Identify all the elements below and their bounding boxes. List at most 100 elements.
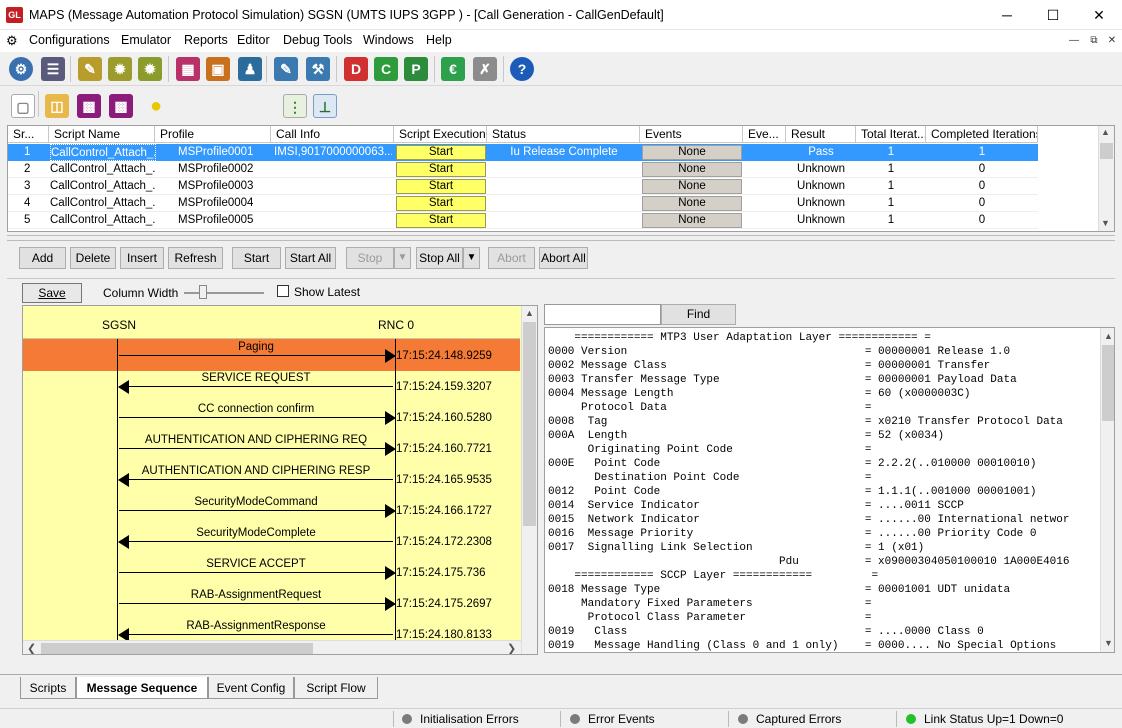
hscroll-thumb[interactable] [41,643,313,654]
scroll-down-icon[interactable]: ▼ [1101,218,1110,228]
sequence-message-label[interactable]: SERVICE ACCEPT [117,558,395,570]
gears-icon[interactable]: ✹ [108,57,132,81]
mdi-restore-icon[interactable]: ⧉ [1086,33,1102,48]
menu-configurations[interactable]: Configurations [29,33,110,47]
decode-line[interactable]: 0004 Message Length = 60 (x0000003C) [548,387,970,401]
initialisation-errors-status[interactable]: Initialisation Errors [402,712,519,726]
sequence-message-label[interactable]: RAB-AssignmentRequest [117,589,395,601]
mdi-close-icon[interactable]: ✕ [1104,33,1120,48]
decode-line[interactable]: 0014 Service Indicator = ....0011 SCCP [548,499,964,513]
captured-errors-status[interactable]: Captured Errors [738,712,841,726]
start-button[interactable]: Start [396,162,486,177]
notebook-icon[interactable]: ☰ [41,57,65,81]
col-header-events[interactable]: Events [640,126,743,143]
start-button[interactable]: Start [396,196,486,211]
stop-button[interactable]: Stop [346,247,394,269]
scroll-thumb[interactable] [1100,143,1113,159]
delete-button[interactable]: Delete [70,247,116,269]
decode-line[interactable]: 0018 Message Type = 00001001 UDT unidata [548,583,1010,597]
decode-line[interactable]: 0008 Tag = x0210 Transfer Protocol Data [548,415,1063,429]
briefcase-icon[interactable]: ▣ [206,57,230,81]
decode-line[interactable]: 0017 Signalling Link Selection = 1 (x01) [548,541,924,555]
vertical-layout-icon[interactable]: ⋮ [283,94,307,118]
decode-line[interactable]: Protocol Data = [548,401,871,415]
start-button[interactable]: Start [396,145,486,160]
decode-line[interactable]: 0000 Version = 00000001 Release 1.0 [548,345,1010,359]
col-header-sr[interactable]: Sr... [8,126,49,143]
scroll-thumb[interactable] [1102,345,1114,421]
decode-line[interactable]: ============ MTP3 User Adaptation Layer … [548,331,930,345]
col-header-total-iterations[interactable]: Total Iterat... [856,126,926,143]
row-script-name[interactable]: CallControl_Attach_... [50,161,156,178]
find-input[interactable] [544,304,661,325]
row-script-name[interactable]: CallControl_Attach_... [50,195,156,212]
close-button[interactable]: ✕ [1076,0,1122,30]
detail-scrollbar[interactable]: ▲ ▼ [1100,328,1114,652]
scroll-up-icon[interactable]: ▲ [1101,127,1110,137]
stop-all-dropdown-icon[interactable]: ▼ [463,247,480,269]
scroll-down-icon[interactable]: ▼ [1104,638,1113,648]
script-icon[interactable]: ✎ [78,57,102,81]
col-header-completed-iterations[interactable]: Completed Iterations [926,126,1038,143]
menu-editor[interactable]: Editor [237,33,270,47]
grid-scrollbar[interactable]: ▲ ▼ [1098,126,1114,231]
decode-line[interactable]: 0019 Message Handling (Class 0 and 1 onl… [548,639,1056,652]
col-header-script-name[interactable]: Script Name [49,126,155,143]
decode-line[interactable]: 0015 Network Indicator = ......00 Intern… [548,513,1070,527]
lightbulb-icon[interactable]: ● [144,94,168,118]
start-button[interactable]: Start [232,247,281,269]
stop-dropdown-icon[interactable]: ▼ [394,247,411,269]
scroll-up-icon[interactable]: ▲ [525,308,534,318]
slider-handle[interactable] [199,285,207,299]
events-button[interactable]: None [642,162,742,177]
minimize-button[interactable]: ─ [984,0,1030,30]
decode-line[interactable]: 0016 Message Priority = ......00 Priorit… [548,527,1036,541]
scroll-right-icon[interactable]: ❯ [507,642,516,654]
col-header-profile[interactable]: Profile [155,126,271,143]
tab-event-config[interactable]: Event Config [208,677,294,699]
mdi-minimize-icon[interactable]: — [1066,33,1082,48]
tab-scripts[interactable]: Scripts [20,677,76,699]
tools-icon[interactable]: ⚒ [306,57,330,81]
e-icon[interactable]: € [441,57,465,81]
menu-help[interactable]: Help [426,33,452,47]
sequence-scrollbar[interactable]: ▲ [521,306,537,654]
scroll-left-icon[interactable]: ❮ [27,642,36,654]
splitter[interactable] [7,235,1115,241]
decode-line[interactable]: Originating Point Code = [548,443,872,457]
sequence-message-label[interactable]: Paging [117,341,395,353]
gears2-icon[interactable]: ✹ [138,57,162,81]
events-button[interactable]: None [642,196,742,211]
decode-line[interactable]: 0002 Message Class = 00000001 Transfer [548,359,990,373]
save-as-icon[interactable]: ▩ [109,94,133,118]
sequence-message-label[interactable]: SecurityModeCommand [117,496,395,508]
menu-reports[interactable]: Reports [184,33,228,47]
add-button[interactable]: Add [19,247,66,269]
error-events-status[interactable]: Error Events [570,712,655,726]
c-icon[interactable]: C [374,57,398,81]
stop-all-button[interactable]: Stop All [416,247,463,269]
sequence-message-label[interactable]: RAB-AssignmentResponse [117,620,395,632]
sequence-hscrollbar[interactable]: ❮ ❯ [23,640,521,654]
tab-script-flow[interactable]: Script Flow [294,677,378,699]
open-folder-icon[interactable]: ◫ [45,94,69,118]
decode-line[interactable]: 000A Length = 52 (x0034) [548,429,944,443]
scroll-up-icon[interactable]: ▲ [1104,331,1113,341]
start-button[interactable]: Start [396,179,486,194]
row-script-name[interactable]: CallControl_Attach_... [50,144,156,161]
settings-icon[interactable]: ⚙ [9,57,33,81]
scroll-thumb[interactable] [523,322,536,526]
col-header-status[interactable]: Status [487,126,640,143]
column-width-slider[interactable] [184,292,264,294]
books-icon[interactable]: ▦ [176,57,200,81]
new-file-icon[interactable]: ▢ [11,94,35,118]
events-button[interactable]: None [642,145,742,160]
row-script-name[interactable]: CallControl_Attach_... [50,212,156,229]
disconnect-icon[interactable]: ✗ [473,57,497,81]
help-icon[interactable]: ? [510,57,534,81]
save-icon[interactable]: ▩ [77,94,101,118]
col-header-call-info[interactable]: Call Info [271,126,394,143]
menu-emulator[interactable]: Emulator [121,33,171,47]
start-button[interactable]: Start [396,213,486,228]
abort-button[interactable]: Abort [488,247,535,269]
